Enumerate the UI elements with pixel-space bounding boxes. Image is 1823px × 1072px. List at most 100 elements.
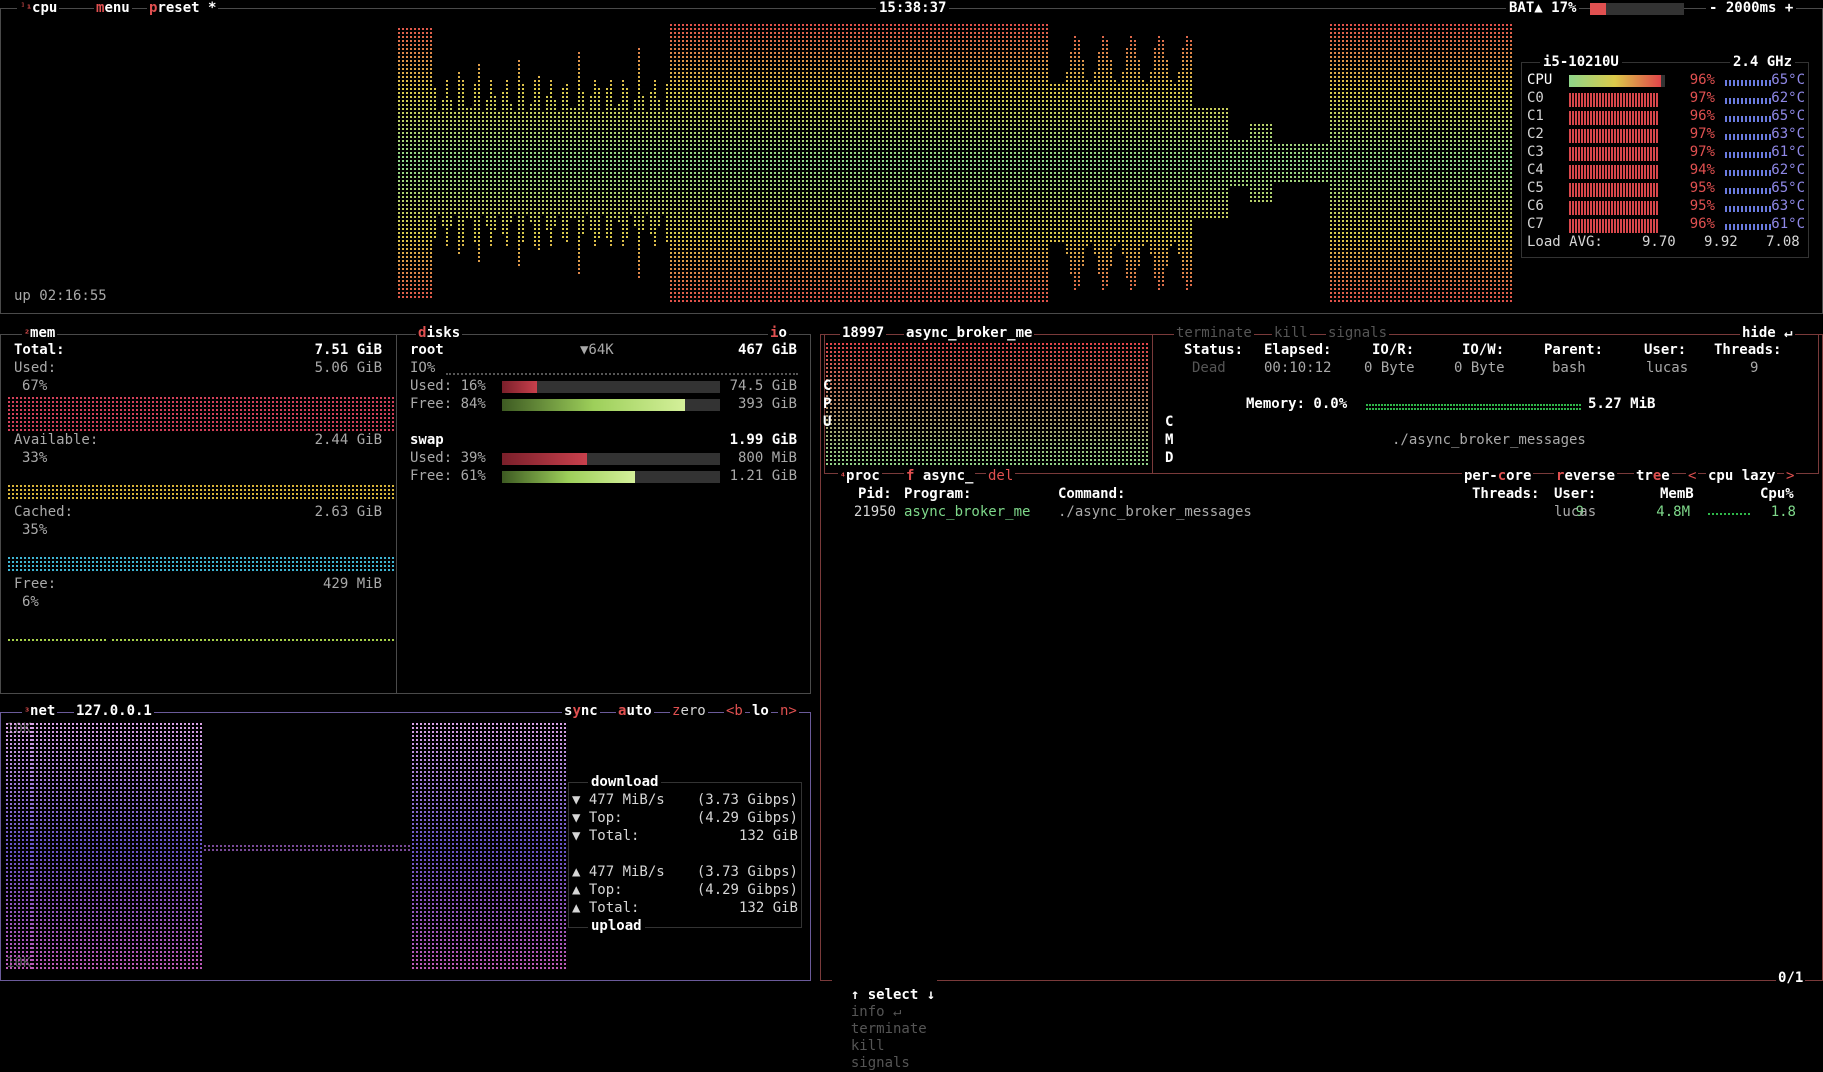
net-sync-toggle[interactable]: sync <box>562 703 600 720</box>
detail-hide-button[interactable]: hide ↵ <box>1740 325 1795 342</box>
detail-user-label: User: <box>1644 342 1686 359</box>
upload-label: upload <box>588 918 645 935</box>
footer-select[interactable]: ↑ select ↓ <box>851 987 935 1003</box>
core-label-c7: C7 <box>1527 216 1544 233</box>
core-bar-c2 <box>1569 129 1659 143</box>
net-next-iface[interactable]: n> <box>778 703 799 720</box>
core-pct-c0: 97% <box>1667 90 1715 107</box>
core-bar-c4 <box>1569 165 1659 179</box>
col-mem[interactable]: MemB <box>1660 486 1694 503</box>
mem-tab[interactable]: ²mem <box>22 325 57 343</box>
core-pct-c3: 97% <box>1667 144 1715 161</box>
cpu-total-label: CPU <box>1527 72 1552 89</box>
detail-name: async_broker_me <box>904 325 1034 342</box>
core-bar-c7 <box>1569 219 1659 233</box>
detail-signals-button[interactable]: signals <box>1326 325 1389 342</box>
proc-sort-next[interactable]: > <box>1784 468 1796 485</box>
col-pid[interactable]: Pid: <box>858 486 892 503</box>
detail-parent-value: bash <box>1552 360 1586 377</box>
proc-sort-prev[interactable]: < <box>1686 468 1698 485</box>
interval-control[interactable]: - 2000ms + <box>1706 0 1796 17</box>
disk-root-free-value: 393 GiB <box>722 396 797 413</box>
detail-divider <box>1152 334 1153 474</box>
footer-terminate[interactable]: terminate <box>851 1021 927 1037</box>
disk-swap-used-value: 800 MiB <box>722 450 797 467</box>
row-mem: 4.8M <box>1644 504 1690 521</box>
preset-button[interactable]: preset * <box>147 0 218 17</box>
core-pct-c4: 94% <box>1667 162 1715 179</box>
core-temp-c5: 65°C <box>1757 180 1805 197</box>
col-program[interactable]: Program: <box>904 486 971 503</box>
disks-tab[interactable]: disks <box>416 325 462 342</box>
cmd-side-letter: M <box>1165 432 1173 449</box>
col-cpu[interactable]: Cpu% <box>1760 486 1794 503</box>
battery-meter <box>1590 3 1684 15</box>
disk-root-used-value: 74.5 GiB <box>722 378 797 395</box>
core-pct-c6: 95% <box>1667 198 1715 215</box>
col-threads[interactable]: Threads: <box>1472 486 1539 503</box>
footer-kill[interactable]: kill <box>851 1038 885 1054</box>
net-tab[interactable]: ³net <box>22 703 57 721</box>
cpu-tab-label[interactable]: ¹cpu <box>24 0 59 18</box>
detail-memory-graph <box>1366 402 1582 412</box>
upload-top-value: (4.29 Gibps) <box>680 882 798 899</box>
load-avg-15: 7.08 <box>1766 234 1800 251</box>
detail-elapsed-value: 00:10:12 <box>1264 360 1331 377</box>
net-zero-toggle[interactable]: zero <box>670 703 708 720</box>
upload-total-value: 132 GiB <box>680 900 798 917</box>
disk-swap-free-bar <box>502 471 720 483</box>
table-row[interactable]: 21950 async_broker_me ./async_broker_mes… <box>824 504 1816 521</box>
proc-sort-field[interactable]: cpu lazy <box>1706 468 1777 485</box>
net-prev-iface[interactable]: <b <box>724 703 745 720</box>
uptime: up 02:16:55 <box>14 288 107 305</box>
proc-filter-delete[interactable]: del <box>986 468 1015 485</box>
row-command: ./async_broker_messages <box>1058 504 1252 521</box>
cpu-model: i5-10210U <box>1540 54 1622 71</box>
footer-info[interactable]: info ↵ <box>851 1004 902 1020</box>
mem-free-value: 429 MiB <box>280 576 382 593</box>
proc-tab[interactable]: ⁴proc <box>838 468 882 486</box>
process-cpu-graph <box>826 342 1150 466</box>
mem-disk-divider <box>396 334 397 694</box>
detail-kill-button[interactable]: kill <box>1272 325 1310 342</box>
mem-used-pct: 67% <box>22 378 47 395</box>
menu-button[interactable]: menu <box>94 0 132 17</box>
proc-tree-toggle[interactable]: tree <box>1634 468 1672 485</box>
core-temp-c0: 62°C <box>1757 90 1805 107</box>
footer-signals[interactable]: signals <box>851 1055 910 1071</box>
detail-threads-label: Threads: <box>1714 342 1781 359</box>
cpu-frequency: 2.4 GHz <box>1730 54 1795 71</box>
cpu-total-temp: 65°C <box>1757 72 1805 89</box>
disk-root-used-bar <box>502 381 720 393</box>
core-temp-c6: 63°C <box>1757 198 1805 215</box>
download-label: download <box>588 774 661 791</box>
upload-rate-bits: (3.73 Gibps) <box>680 864 798 881</box>
disk-root-free-fill <box>502 399 685 411</box>
detail-iow-label: IO/W: <box>1462 342 1504 359</box>
core-pct-c5: 95% <box>1667 180 1715 197</box>
detail-ior-value: 0 Byte <box>1364 360 1415 377</box>
cpu-side-letter: C <box>823 378 831 395</box>
detail-pid: 18997 <box>840 325 886 342</box>
detail-memory-value: 5.27 MiB <box>1588 396 1655 413</box>
net-auto-toggle[interactable]: auto <box>616 703 654 720</box>
disk-root-name: root <box>410 342 444 359</box>
mem-cached-label: Cached: <box>14 504 73 521</box>
load-avg-1: 9.70 <box>1642 234 1676 251</box>
mem-free-label: Free: <box>14 576 56 593</box>
disk-swap-free-label: Free: 61% <box>410 468 486 485</box>
io-toggle[interactable]: io <box>768 325 789 342</box>
core-label-c0: C0 <box>1527 90 1544 107</box>
proc-filter[interactable]: f async_ <box>904 468 975 485</box>
mem-avail-pct: 33% <box>22 450 47 467</box>
load-avg-5: 9.92 <box>1704 234 1738 251</box>
col-user[interactable]: User: <box>1554 486 1596 503</box>
disk-swap-used-bar <box>502 453 720 465</box>
detail-terminate-button[interactable]: terminate <box>1174 325 1254 342</box>
cpu-total-pct: 96% <box>1667 72 1715 89</box>
col-command[interactable]: Command: <box>1058 486 1125 503</box>
mem-cached-value: 2.63 GiB <box>280 504 382 521</box>
proc-reverse-toggle[interactable]: reverse <box>1554 468 1617 485</box>
proc-per-core-toggle[interactable]: per-core <box>1462 468 1533 485</box>
mem-available-graph <box>8 484 394 504</box>
